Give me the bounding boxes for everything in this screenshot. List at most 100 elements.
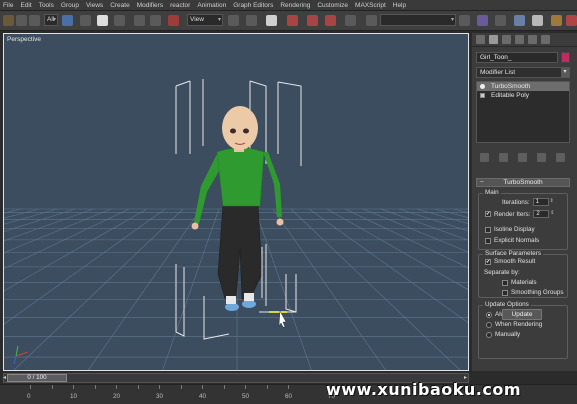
frame-display: 0 / 100	[27, 374, 47, 381]
grid-line	[4, 208, 94, 242]
lightbulb-icon[interactable]	[480, 84, 485, 89]
object-color-swatch[interactable]	[561, 52, 570, 63]
iterations-spinner[interactable]: 1 ⇕	[532, 198, 554, 206]
menu-item-help[interactable]: Help	[393, 2, 406, 9]
object-name-field[interactable]: Girl_Toon_	[476, 52, 558, 63]
select-rotate-icon[interactable]	[150, 15, 161, 26]
select-manipulate-icon[interactable]	[246, 15, 257, 26]
update-button[interactable]: Update	[502, 309, 542, 320]
menu-item-maxscript[interactable]: MAXScript	[355, 2, 386, 9]
display-tab-icon[interactable]	[528, 35, 537, 44]
menu-item-edit[interactable]: Edit	[20, 2, 31, 9]
select-object-icon[interactable]	[62, 15, 73, 26]
prev-frame-icon[interactable]: ◂	[3, 374, 6, 381]
mirror-icon[interactable]	[366, 15, 377, 26]
materials-checkbox[interactable]	[502, 279, 508, 286]
transform-gizmo[interactable]	[269, 310, 287, 328]
percent-snap-icon[interactable]	[307, 15, 318, 26]
timeline-tick	[73, 385, 74, 389]
command-panel: Girl_Toon_ Modifier List ▾ TurboSmooth E…	[472, 33, 577, 371]
menu-item-file[interactable]: File	[3, 2, 13, 9]
menu-item-group[interactable]: Group	[61, 2, 79, 9]
update-when-rendering-radio[interactable]	[486, 321, 492, 328]
stack-item-editable-poly[interactable]: Editable Poly	[477, 91, 569, 100]
remove-modifier-icon[interactable]	[537, 152, 546, 162]
timeline-tick	[288, 385, 289, 389]
menu-item-reactor[interactable]: reactor	[170, 2, 190, 9]
modify-tab-icon[interactable]	[489, 35, 498, 44]
redo-icon[interactable]	[16, 15, 27, 26]
configure-sets-icon[interactable]	[556, 152, 565, 162]
menu-item-views[interactable]: Views	[86, 2, 103, 9]
character-model[interactable]	[191, 106, 284, 311]
timeline-tick	[245, 385, 246, 389]
snaps-toggle-icon[interactable]	[266, 15, 277, 26]
menu-item-tools[interactable]: Tools	[39, 2, 54, 9]
grid-line	[380, 208, 468, 241]
stack-item-turbosmooth[interactable]: TurboSmooth	[477, 82, 569, 91]
reference-coord-dropdown[interactable]: View ▾	[187, 14, 223, 26]
update-always-radio[interactable]	[486, 311, 492, 318]
select-move-icon[interactable]	[134, 15, 145, 26]
grid-line	[4, 208, 112, 254]
undo-icon[interactable]	[3, 15, 14, 26]
selection-filter-dropdown[interactable]: All ▾	[44, 14, 58, 26]
curve-editor-icon[interactable]	[495, 15, 506, 26]
grid-line	[344, 208, 468, 268]
named-selection-icon[interactable]	[345, 15, 356, 26]
hierarchy-tab-icon[interactable]	[502, 35, 511, 44]
menu-item-graph-editors[interactable]: Graph Editors	[233, 2, 273, 9]
smooth-result-checkbox[interactable]: ✔	[485, 258, 491, 265]
create-tab-icon[interactable]	[476, 35, 485, 44]
update-manually-radio[interactable]	[486, 331, 492, 338]
show-end-result-icon[interactable]	[499, 152, 508, 162]
menu-item-modifiers[interactable]: Modifiers	[137, 2, 163, 9]
render-setup-icon[interactable]	[551, 15, 562, 26]
named-selection-sets-dropdown[interactable]: ▾	[380, 14, 456, 26]
grid-line	[416, 208, 468, 224]
stack-item-label: TurboSmooth	[491, 83, 531, 90]
layer-manager-icon[interactable]	[477, 15, 488, 26]
render-iters-checkbox[interactable]: ✔	[485, 211, 491, 217]
time-slider-handle[interactable]: 0 / 100	[7, 374, 67, 382]
timeline-tick	[30, 385, 31, 389]
viewport-scene	[4, 79, 468, 370]
pivot-center-icon[interactable]	[228, 15, 239, 26]
angle-snap-icon[interactable]	[287, 15, 298, 26]
menu-item-rendering[interactable]: Rendering	[280, 2, 310, 9]
modifier-stack: TurboSmooth Editable Poly	[476, 81, 570, 143]
rectangle-selection-icon[interactable]	[97, 15, 108, 26]
spinner-snap-icon[interactable]	[325, 15, 336, 26]
isoline-checkbox[interactable]	[485, 226, 491, 233]
motion-tab-icon[interactable]	[515, 35, 524, 44]
pin-stack-icon[interactable]	[480, 152, 489, 162]
menu-item-customize[interactable]: Customize	[317, 2, 348, 9]
menu-item-create[interactable]: Create	[110, 2, 130, 9]
schematic-view-icon[interactable]	[514, 15, 525, 26]
quick-render-icon[interactable]	[566, 15, 577, 26]
explicit-normals-checkbox[interactable]	[485, 237, 491, 244]
surface-group-title: Surface Parameters	[483, 250, 543, 257]
select-by-name-icon[interactable]	[80, 15, 91, 26]
render-iters-spinner[interactable]: 2 ⇕	[533, 210, 554, 218]
update-when-rendering-row[interactable]: When Rendering	[486, 321, 542, 328]
turbosmooth-rollout-header[interactable]: − TurboSmooth	[476, 178, 570, 187]
select-scale-icon[interactable]	[168, 15, 179, 26]
make-unique-icon[interactable]	[518, 152, 527, 162]
chevron-down-icon: ▾	[561, 68, 569, 77]
link-icon[interactable]	[29, 15, 40, 26]
update-manually-row[interactable]: Manually	[486, 331, 520, 338]
smooth-result-row: ✔ Smooth Result	[485, 258, 535, 265]
render-iters-row: ✔ Render Iters: 2 ⇕	[485, 210, 554, 218]
timeline-tick-label: 40	[199, 393, 207, 400]
smoothing-groups-checkbox[interactable]	[502, 289, 508, 296]
perspective-viewport[interactable]: Perspective	[3, 33, 469, 371]
material-editor-icon[interactable]	[532, 15, 543, 26]
align-icon[interactable]	[459, 15, 470, 26]
modifier-list-dropdown[interactable]: Modifier List ▾	[476, 67, 570, 78]
menu-item-animation[interactable]: Animation	[197, 2, 226, 9]
utilities-tab-icon[interactable]	[541, 35, 550, 44]
viewport-label[interactable]: Perspective	[7, 36, 41, 43]
window-crossing-icon[interactable]	[114, 15, 125, 26]
isoline-row: Isoline Display	[485, 226, 535, 233]
